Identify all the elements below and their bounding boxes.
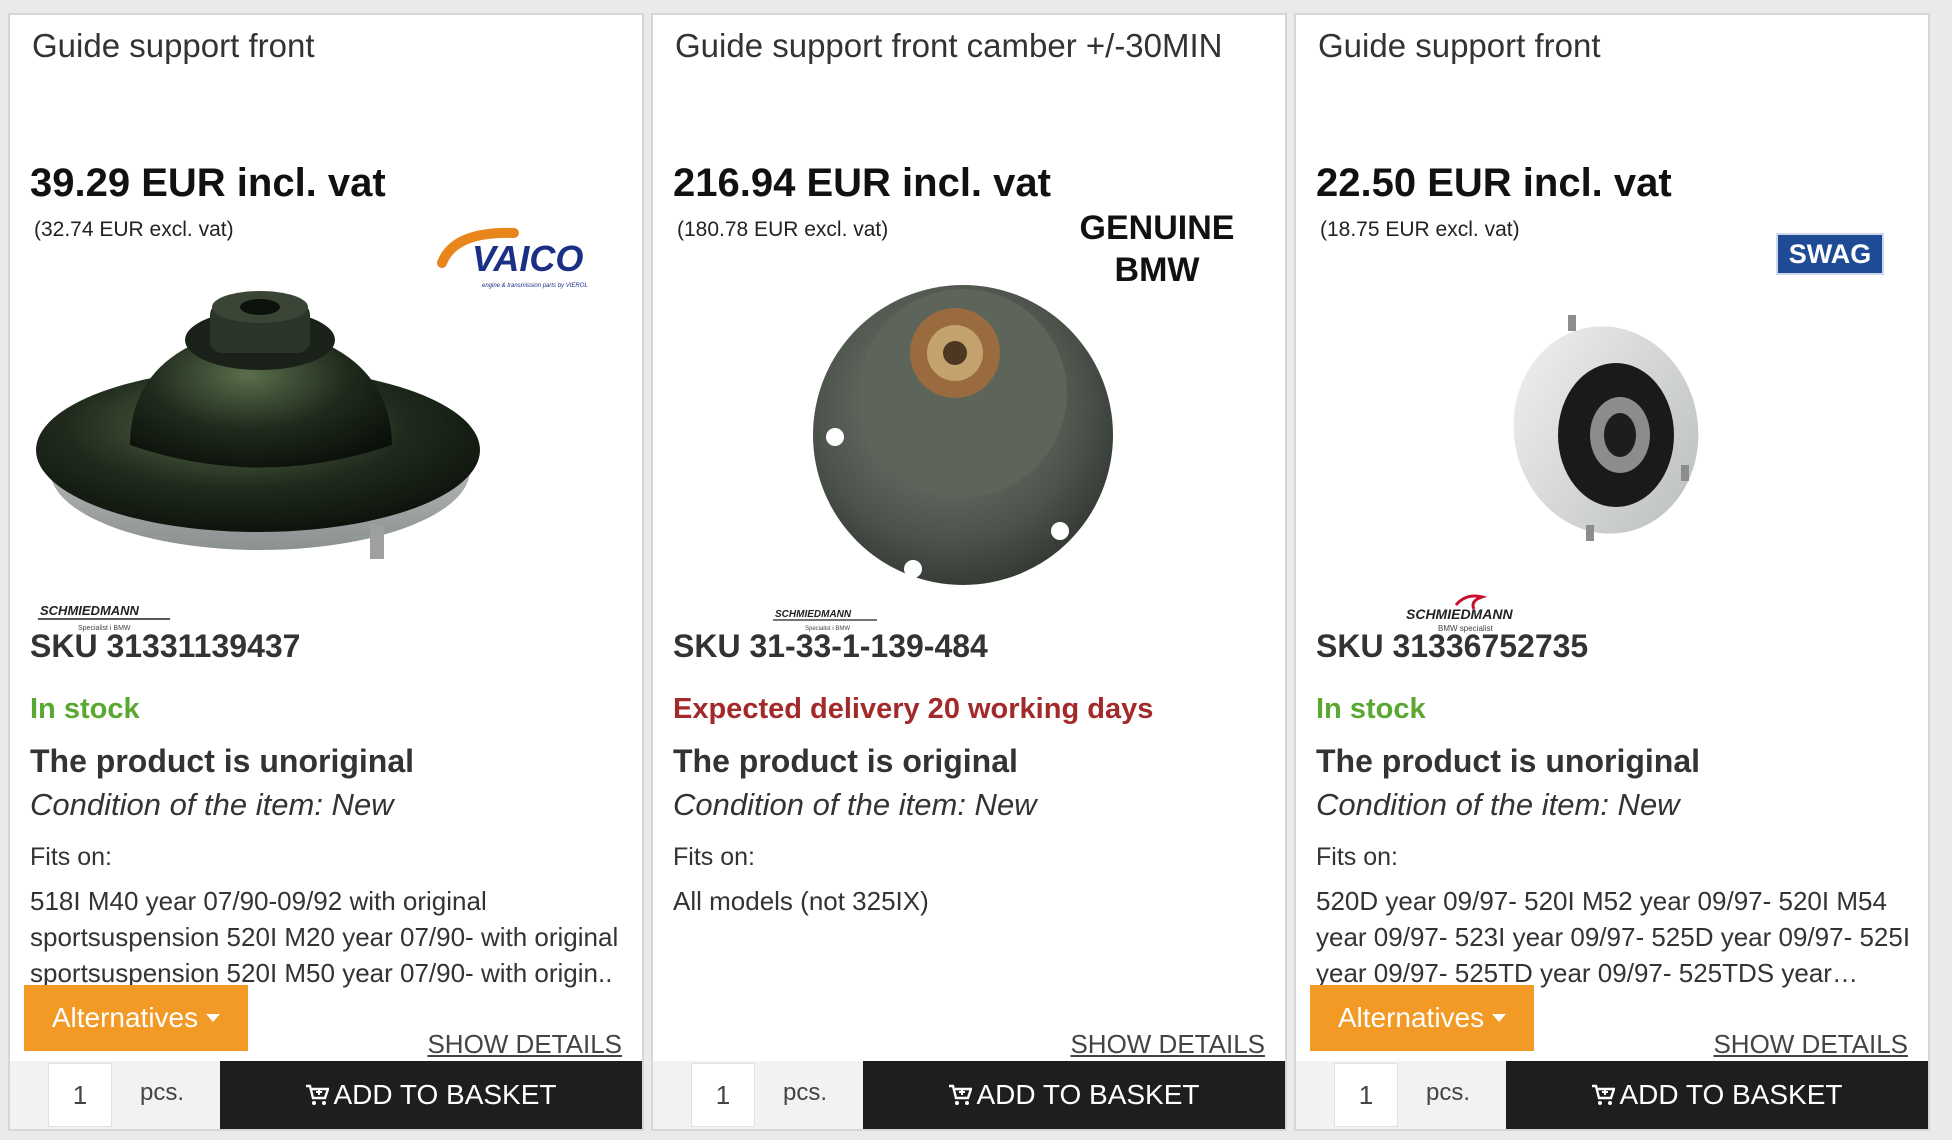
- purchase-bar: 1 pcs. ADD TO BASKET: [10, 1061, 642, 1129]
- fits-label: Fits on:: [673, 843, 755, 871]
- brand-logo-vaico: VAICO engine & transmission parts by VIE…: [424, 223, 624, 293]
- originality: The product is original: [673, 743, 1018, 779]
- alternatives-label: Alternatives: [51, 1002, 199, 1033]
- brand-logo-swag: SWAG: [1776, 233, 1884, 275]
- quantity-input[interactable]: 1: [691, 1063, 755, 1127]
- price-excl-vat: (18.75 EUR excl. vat): [1320, 218, 1520, 241]
- pcs-label: pcs.: [783, 1079, 828, 1106]
- quantity-input[interactable]: 1: [1334, 1063, 1398, 1127]
- alternatives-button[interactable]: Alternatives: [24, 985, 248, 1051]
- sku: SKU 31331139437: [30, 628, 301, 664]
- condition: Condition of the item: New: [673, 787, 1037, 822]
- svg-text:SCHMIEDMANN: SCHMIEDMANN: [775, 609, 852, 620]
- add-to-basket-label: ADD TO BASKET: [976, 1079, 1200, 1110]
- product-card: Guide support front 22.50 EUR incl. vat …: [1294, 13, 1930, 1131]
- sku: SKU 31336752735: [1316, 628, 1589, 664]
- sku: SKU 31-33-1-139-484: [673, 628, 988, 664]
- purchase-bar: 1 pcs. ADD TO BASKET: [653, 1061, 1285, 1129]
- cart-icon: [948, 1084, 973, 1106]
- svg-text:VAICO: VAICO: [472, 238, 583, 279]
- price-excl-vat: (32.74 EUR excl. vat): [34, 218, 234, 241]
- price-excl-vat: (180.78 EUR excl. vat): [677, 218, 889, 241]
- svg-text:engine & transmission parts by: engine & transmission parts by VIEROL: [482, 283, 588, 289]
- product-card: Guide support front camber +/-30MIN 216.…: [651, 13, 1287, 1131]
- price-incl-vat: 22.50 EUR incl. vat: [1316, 161, 1672, 205]
- caret-down-icon: [206, 1014, 221, 1022]
- product-image[interactable]: SCHMIEDMANN BMW specialist: [1306, 285, 1922, 635]
- add-to-basket-button[interactable]: ADD TO BASKET: [220, 1061, 642, 1129]
- brand-logo-genuine-bmw: GENUINE BMW: [1067, 207, 1247, 291]
- alternatives-label: Alternatives: [1337, 1002, 1485, 1033]
- show-details-link[interactable]: SHOW DETAILS: [1070, 1029, 1265, 1060]
- svg-text:SCHMIEDMANN: SCHMIEDMANN: [40, 603, 140, 618]
- fits-text: 518I M40 year 07/90-09/92 with original …: [30, 886, 619, 988]
- price-incl-vat: 216.94 EUR incl. vat: [673, 161, 1051, 205]
- fits-label: Fits on:: [1316, 843, 1398, 871]
- add-to-basket-button[interactable]: ADD TO BASKET: [863, 1061, 1285, 1129]
- product-title[interactable]: Guide support front camber +/-30MIN: [675, 27, 1223, 65]
- originality: The product is unoriginal: [1316, 743, 1700, 779]
- add-to-basket-button[interactable]: ADD TO BASKET: [1506, 1061, 1928, 1129]
- purchase-bar: 1 pcs. ADD TO BASKET: [1296, 1061, 1928, 1129]
- brand-line-1: GENUINE: [1079, 209, 1235, 247]
- pcs-label: pcs.: [140, 1079, 185, 1106]
- fits-text: 520D year 09/97- 520I M52 year 09/97- 52…: [1316, 886, 1911, 988]
- stock-status: Expected delivery 20 working days: [673, 693, 1154, 725]
- brand-name: SWAG: [1788, 238, 1872, 269]
- condition: Condition of the item: New: [1316, 787, 1680, 822]
- caret-down-icon: [1492, 1014, 1507, 1022]
- product-title[interactable]: Guide support front: [32, 27, 315, 65]
- cart-icon: [305, 1084, 330, 1106]
- product-image[interactable]: SCHMIEDMANN Specialist i BMW: [20, 285, 636, 635]
- product-title[interactable]: Guide support front: [1318, 27, 1601, 65]
- pcs-label: pcs.: [1426, 1079, 1471, 1106]
- stock-status: In stock: [30, 693, 140, 725]
- stock-status: In stock: [1316, 693, 1426, 725]
- svg-text:SCHMIEDMANN: SCHMIEDMANN: [1406, 606, 1513, 622]
- cart-icon: [1591, 1084, 1616, 1106]
- product-image[interactable]: SCHMIEDMANN Specialist i BMW: [663, 285, 1279, 635]
- add-to-basket-label: ADD TO BASKET: [333, 1079, 557, 1110]
- condition: Condition of the item: New: [30, 787, 394, 822]
- add-to-basket-label: ADD TO BASKET: [1619, 1079, 1843, 1110]
- show-details-link[interactable]: SHOW DETAILS: [427, 1029, 622, 1060]
- show-details-link[interactable]: SHOW DETAILS: [1713, 1029, 1908, 1060]
- product-grid: Guide support front 39.29 EUR incl. vat …: [8, 13, 1944, 1131]
- fits-label: Fits on:: [30, 843, 112, 871]
- product-card: Guide support front 39.29 EUR incl. vat …: [8, 13, 644, 1131]
- originality: The product is unoriginal: [30, 743, 414, 779]
- fits-text: All models (not 325IX): [673, 886, 929, 916]
- price-incl-vat: 39.29 EUR incl. vat: [30, 161, 386, 205]
- quantity-input[interactable]: 1: [48, 1063, 112, 1127]
- alternatives-button[interactable]: Alternatives: [1310, 985, 1534, 1051]
